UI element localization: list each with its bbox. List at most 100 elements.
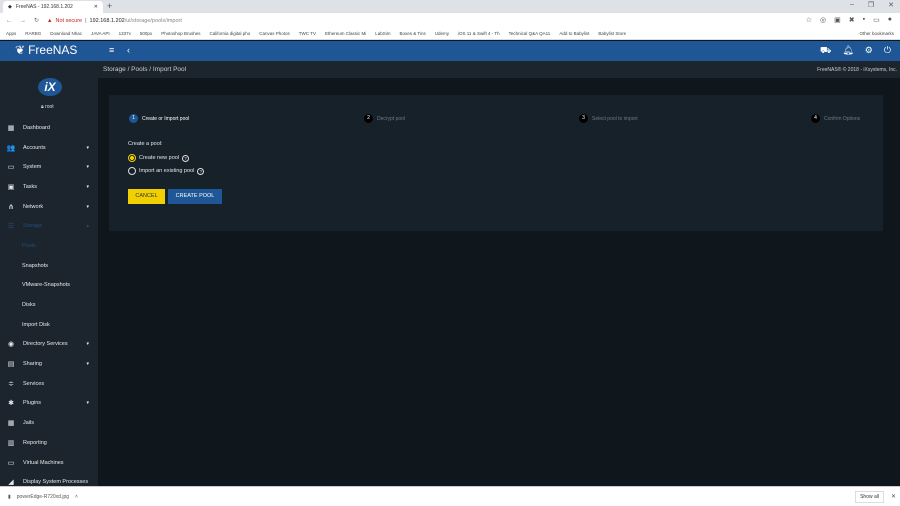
file-icon: ▮ [8, 493, 11, 500]
sidebar-item-label: VMware-Snapshots [22, 282, 70, 289]
url-host: 192.168.1.202 [89, 17, 125, 24]
bookmark-item[interactable]: 500px [140, 31, 152, 36]
sidebar-item-virtual-machines[interactable]: ▭ Virtual Machines [0, 453, 98, 473]
caret-icon[interactable]: ▾ [86, 400, 89, 406]
bookmark-item[interactable]: Ethereum Classic Mi [325, 31, 366, 36]
sidebar-item-plugins[interactable]: ✱ Plugins ▾ [0, 394, 98, 414]
collapse-sidebar-icon[interactable]: ‹ [127, 45, 130, 55]
menu-icon[interactable]: ≡ [109, 45, 114, 55]
import-existing-pool-radio[interactable]: Import an existing pool? [128, 167, 205, 175]
forward-icon[interactable]: → [20, 18, 26, 24]
new-tab-button[interactable]: + [107, 1, 112, 11]
caret-icon[interactable]: ▾ [86, 204, 89, 210]
extension-icon[interactable]: ▣ [834, 16, 841, 24]
extension-icon[interactable]: ◎ [820, 16, 826, 24]
caret-icon[interactable]: ▾ [86, 361, 89, 367]
sidebar-item-label: Reporting [23, 439, 47, 446]
sidebar-item-sharing[interactable]: ▤ Sharing ▾ [0, 354, 98, 374]
close-tab-icon[interactable]: ✕ [94, 4, 98, 10]
bookmark-item[interactable]: Technical Q&A QA11 [509, 31, 551, 36]
bookmark-item[interactable]: Download Nhac [50, 31, 82, 36]
sidebar-item-jails[interactable]: ▦ Jails [0, 413, 98, 433]
download-file[interactable]: powerEdge-R720xd.jpg [17, 494, 69, 500]
show-all-button[interactable]: Show all [855, 491, 884, 503]
settings-gear-icon[interactable]: ⚙ [865, 45, 873, 57]
import-pool-wizard: 1 Create or Import pool 2 Decrypt pool 3 Sele… [109, 95, 883, 231]
tab-title: FreeNAS - 192.168.1.202 [15, 4, 73, 10]
url-input[interactable]: ▲ Not secure | 192.168.1.202/ui/storage/poo… [47, 18, 182, 24]
notifications-bell-icon[interactable]: 🔔︎ [842, 45, 853, 57]
other-bookmarks[interactable]: Other bookmarks [859, 31, 894, 36]
sidebar-item-label: Services [23, 380, 45, 387]
bookmark-item[interactable]: California digital pho [209, 31, 250, 36]
sidebar-item-vmware-snapshots[interactable]: VMware-Snapshots [0, 276, 98, 296]
create-new-pool-radio[interactable]: Create new pool? [128, 154, 190, 162]
bookmark-item[interactable]: Apps [6, 31, 16, 36]
sidebar-item-snapshots[interactable]: Snapshots [0, 256, 98, 276]
bookmark-item[interactable]: RARBG [25, 31, 41, 36]
caret-icon[interactable]: ▴ [86, 223, 89, 229]
radio-selected[interactable] [128, 154, 136, 162]
close-download-bar-icon[interactable]: ✕ [891, 493, 896, 500]
storage-icon: ☰ [7, 223, 15, 231]
star-icon[interactable]: ☆ [806, 16, 812, 24]
caret-icon[interactable]: ▾ [86, 164, 89, 170]
sidebar-item-system[interactable]: ▭ System ▾ [0, 157, 98, 177]
sidebar-item-accounts[interactable]: 👥 Accounts ▾ [0, 138, 98, 158]
help-icon[interactable]: ? [182, 154, 190, 162]
sidebar-item-directory-services[interactable]: ◉ Directory Services ▾ [0, 335, 98, 355]
minimize-icon[interactable]: – [850, 1, 854, 9]
bookmark-item[interactable]: iOS 11 & Swift 4 - Th [458, 31, 500, 36]
sidebar-item-label: Import Disk [22, 321, 50, 328]
extension-icon[interactable]: ▭ [873, 16, 880, 24]
browser-tab-bar: ◆ FreeNAS - 192.168.1.202 ✕ + – ❐ ✕ [0, 0, 900, 13]
bookmark-item[interactable]: Canvas Photos [259, 31, 290, 36]
reload-icon[interactable]: ↻ [34, 17, 39, 24]
bookmark-item[interactable]: 1337x [119, 31, 131, 36]
cancel-button[interactable]: CANCEL [128, 189, 165, 204]
radio-unselected[interactable] [128, 167, 136, 175]
system-icon: ▭ [7, 164, 15, 172]
profile-avatar[interactable]: ● [888, 16, 892, 24]
bookmark-item[interactable]: Babylist Store [598, 31, 626, 36]
sidebar-item-label: Jails [23, 420, 35, 427]
ix-logo: iX [38, 78, 62, 96]
close-window-icon[interactable]: ✕ [888, 1, 894, 9]
sidebar-item-network[interactable]: ⋔ Network ▾ [0, 197, 98, 217]
sidebar-item-storage[interactable]: ☰ Storage ▴ [0, 216, 98, 236]
sidebar-item-label: Storage [23, 223, 43, 230]
caret-icon[interactable]: ▾ [86, 145, 89, 151]
bookmark-item[interactable]: Boxes & Tins [399, 31, 425, 36]
back-icon[interactable]: ← [6, 18, 12, 24]
step-label: Select pool to import [592, 115, 638, 122]
bookmark-item[interactable]: Udemy [435, 31, 449, 36]
browser-tab[interactable]: ◆ FreeNAS - 192.168.1.202 ✕ [3, 1, 103, 13]
bookmark-item[interactable]: TWC TV [299, 31, 316, 36]
freenas-logo[interactable]: ❦ FreeNAS [15, 43, 77, 57]
power-icon[interactable]: ⏻ [884, 45, 891, 57]
caret-icon[interactable]: ▾ [86, 184, 89, 190]
bookmark-item[interactable]: Add to Babylist [559, 31, 589, 36]
sidebar-item-tasks[interactable]: ▣ Tasks ▾ [0, 177, 98, 197]
bookmark-item[interactable]: Photoshop Brushes [161, 31, 200, 36]
sidebar-item-dashboard[interactable]: ▦ Dashboard [0, 118, 98, 138]
sidebar-item-disks[interactable]: Disks [0, 295, 98, 315]
extension-icon[interactable]: ▪ [863, 16, 865, 24]
restore-icon[interactable]: ❐ [868, 1, 874, 9]
bookmark-item[interactable]: JAVA API [91, 31, 110, 36]
sidebar-item-import-disk[interactable]: Import Disk [0, 315, 98, 335]
sidebar-item-pools[interactable]: Pools [0, 236, 98, 256]
option-label: Import an existing pool [139, 168, 195, 174]
extension-icon[interactable]: ✖ [849, 16, 855, 24]
sidebar-item-reporting[interactable]: ▥ Reporting [0, 433, 98, 453]
help-icon[interactable]: ? [197, 167, 205, 175]
chevron-up-icon[interactable]: ˄ [75, 494, 78, 500]
create-pool-button[interactable]: CREATE POOL [168, 189, 222, 204]
sidebar-item-services[interactable]: ≑ Services [0, 374, 98, 394]
sidebar-item-label: Pools [22, 242, 36, 249]
not-secure-label: Not secure [55, 17, 83, 24]
caret-icon[interactable]: ▾ [86, 341, 89, 347]
bookmark-item[interactable]: LabSim [375, 31, 390, 36]
step-number: 3 [579, 114, 588, 123]
tasks-icon[interactable]: ⛟ [820, 45, 831, 57]
